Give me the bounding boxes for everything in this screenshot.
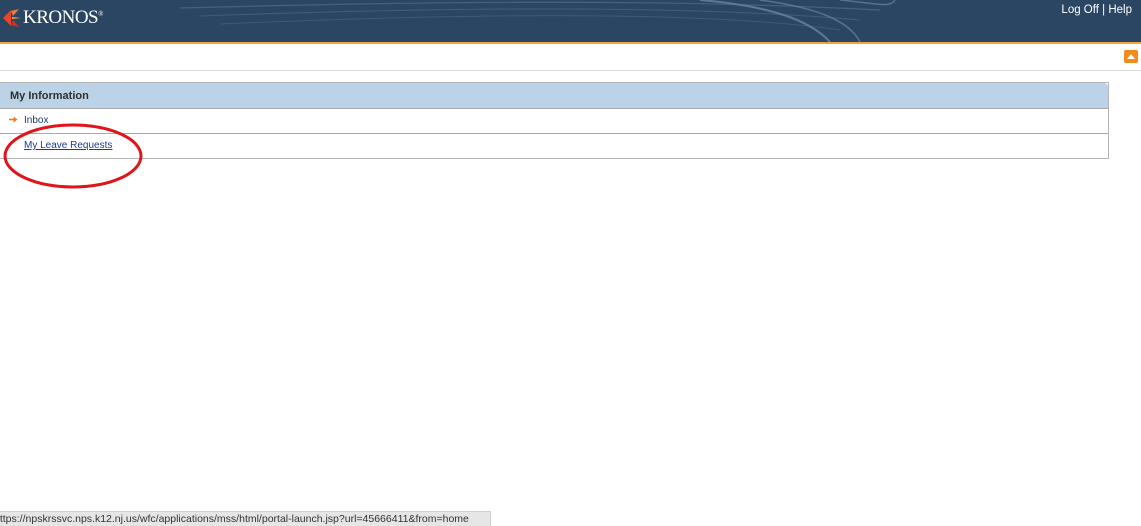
kronos-logo: KRONOS® — [0, 5, 103, 31]
collapse-button[interactable] — [1124, 50, 1138, 63]
kronos-logo-icon — [3, 9, 21, 27]
app-header: KRONOS® Log Off | Help — [0, 0, 1141, 42]
panel-header: My Information — [0, 83, 1108, 109]
header-swoosh-graphic — [179, 0, 896, 42]
link-separator: | — [1102, 4, 1106, 16]
logoff-link[interactable]: Log Off — [1061, 4, 1099, 16]
my-information-panel: My Information Inbox My Leave Requests — [0, 82, 1109, 159]
brand-name: KRONOS® — [23, 7, 103, 28]
toolbar-row — [0, 44, 1141, 71]
top-links: Log Off | Help — [1061, 4, 1132, 16]
status-bar-url: https://npskrssvc.nps.k12.nj.us/wfc/appl… — [0, 511, 491, 526]
panel-title: My Information — [10, 90, 89, 102]
list-item-my-leave-requests: My Leave Requests — [0, 134, 1108, 158]
trademark-mark: ® — [98, 10, 103, 18]
red-circle-annotation — [3, 123, 143, 189]
help-link[interactable]: Help — [1108, 4, 1132, 16]
list-item-inbox[interactable]: Inbox — [0, 109, 1108, 134]
caret-up-icon — [1127, 54, 1135, 59]
